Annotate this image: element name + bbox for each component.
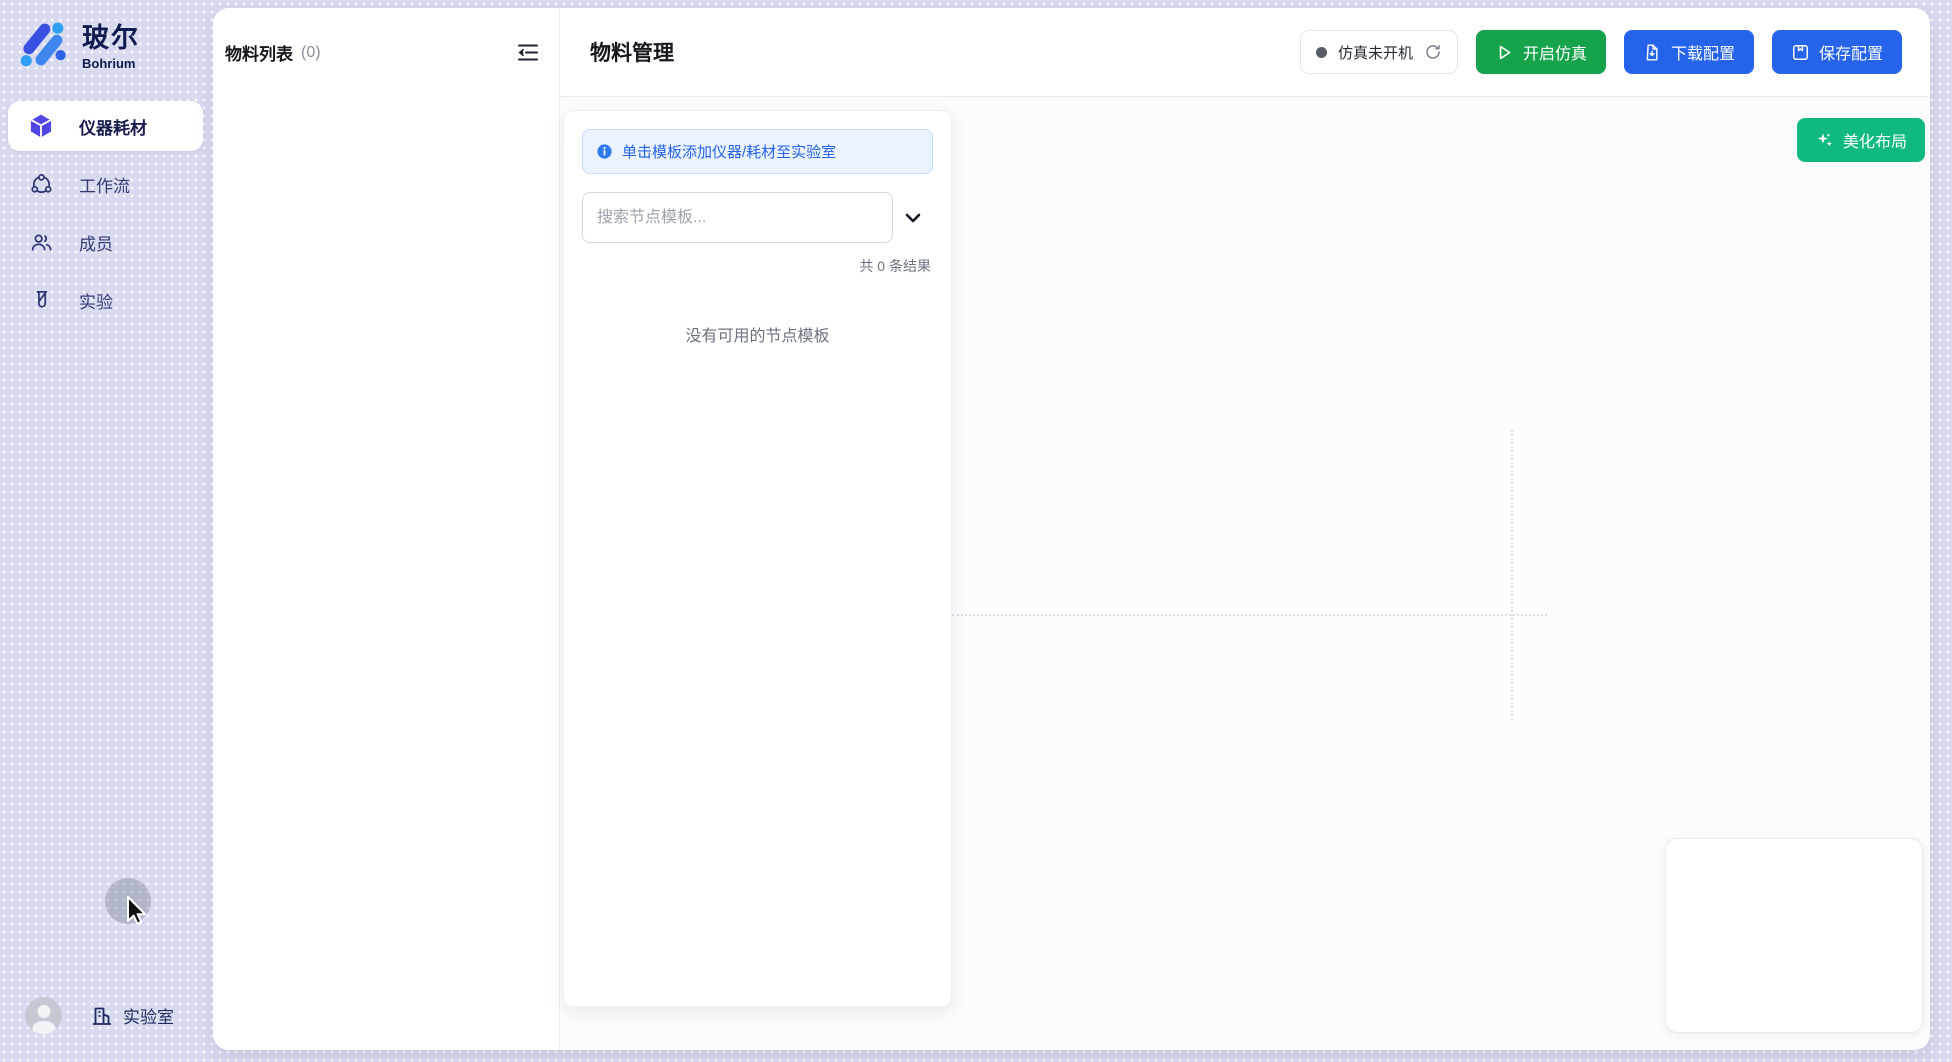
sidebar-item-members[interactable]: 成员 [8, 217, 203, 267]
brand-name: 玻尔 [82, 16, 140, 55]
sidebar-item-instruments[interactable]: 仪器耗材 [8, 101, 203, 151]
simulation-status-label: 仿真未开机 [1338, 42, 1413, 63]
template-result-count: 共 0 条结果 [582, 256, 933, 276]
material-list-header: 物料列表 (0) [213, 8, 559, 65]
download-config-button[interactable]: 下载配置 [1624, 30, 1754, 74]
building-icon [90, 1004, 114, 1028]
sidebar-nav: 仪器耗材 工作流 成员 [0, 101, 213, 325]
save-config-button[interactable]: 保存配置 [1772, 30, 1902, 74]
template-hint-banner: 单击模板添加仪器/耗材至实验室 [582, 129, 933, 174]
sidebar-footer: 实验室 [25, 997, 174, 1034]
header-actions: 仿真未开机 开启仿真 [1300, 30, 1902, 74]
refresh-icon[interactable] [1424, 43, 1442, 61]
page-header: 物料管理 仿真未开机 开启仿真 [560, 8, 1930, 97]
brand-logo: 玻尔 Bohrium [0, 0, 213, 71]
main-region: 物料管理 仿真未开机 开启仿真 [560, 8, 1930, 1050]
template-search-row [582, 192, 933, 243]
content-card: 物料列表 (0) 物料管理 仿真未开机 [213, 8, 1930, 1050]
start-simulation-button[interactable]: 开启仿真 [1476, 30, 1606, 74]
sidebar-item-experiments[interactable]: 实验 [8, 275, 203, 325]
lab-entry-label: 实验室 [123, 1003, 174, 1028]
members-icon [28, 229, 54, 255]
sidebar-item-label: 工作流 [79, 172, 130, 197]
workflow-icon [28, 171, 54, 197]
user-avatar[interactable] [25, 997, 62, 1034]
material-list-panel: 物料列表 (0) [213, 8, 560, 1050]
canvas-guide-horizontal [952, 614, 1547, 616]
bohrium-logo-icon [16, 18, 68, 70]
template-empty-text: 没有可用的节点模板 [582, 322, 933, 346]
minimap-panel[interactable] [1665, 838, 1923, 1033]
cube-icon [28, 113, 54, 139]
save-icon [1791, 43, 1810, 62]
test-tube-icon [28, 287, 54, 313]
beautify-layout-button[interactable]: 美化布局 [1797, 118, 1925, 162]
play-icon [1495, 43, 1514, 62]
material-list-count: (0) [301, 44, 321, 62]
simulation-status-chip: 仿真未开机 [1300, 30, 1458, 74]
material-list-title: 物料列表 [225, 40, 293, 65]
collapse-panel-icon[interactable] [517, 43, 539, 62]
brand-subtitle: Bohrium [82, 56, 140, 71]
layout-canvas[interactable]: 单击模板添加仪器/耗材至实验室 共 0 条结果 没有可用的节点模板 [560, 97, 1930, 1050]
sidebar: 玻尔 Bohrium 仪器耗材 工作流 [0, 0, 213, 1062]
canvas-guide-vertical [1511, 430, 1513, 720]
chevron-down-icon[interactable] [893, 207, 933, 229]
file-download-icon [1643, 43, 1662, 62]
template-search-input[interactable] [582, 192, 893, 243]
page-title: 物料管理 [590, 37, 674, 67]
template-hint-text: 单击模板添加仪器/耗材至实验室 [622, 141, 836, 162]
sidebar-item-workflow[interactable]: 工作流 [8, 159, 203, 209]
sparkles-icon [1815, 131, 1834, 150]
lab-entry[interactable]: 实验室 [90, 1003, 174, 1028]
status-dot-icon [1316, 47, 1327, 58]
sidebar-item-label: 实验 [79, 288, 113, 313]
node-template-panel: 单击模板添加仪器/耗材至实验室 共 0 条结果 没有可用的节点模板 [563, 110, 952, 1007]
info-icon [596, 143, 613, 160]
sidebar-item-label: 仪器耗材 [79, 114, 147, 139]
sidebar-item-label: 成员 [79, 230, 113, 255]
